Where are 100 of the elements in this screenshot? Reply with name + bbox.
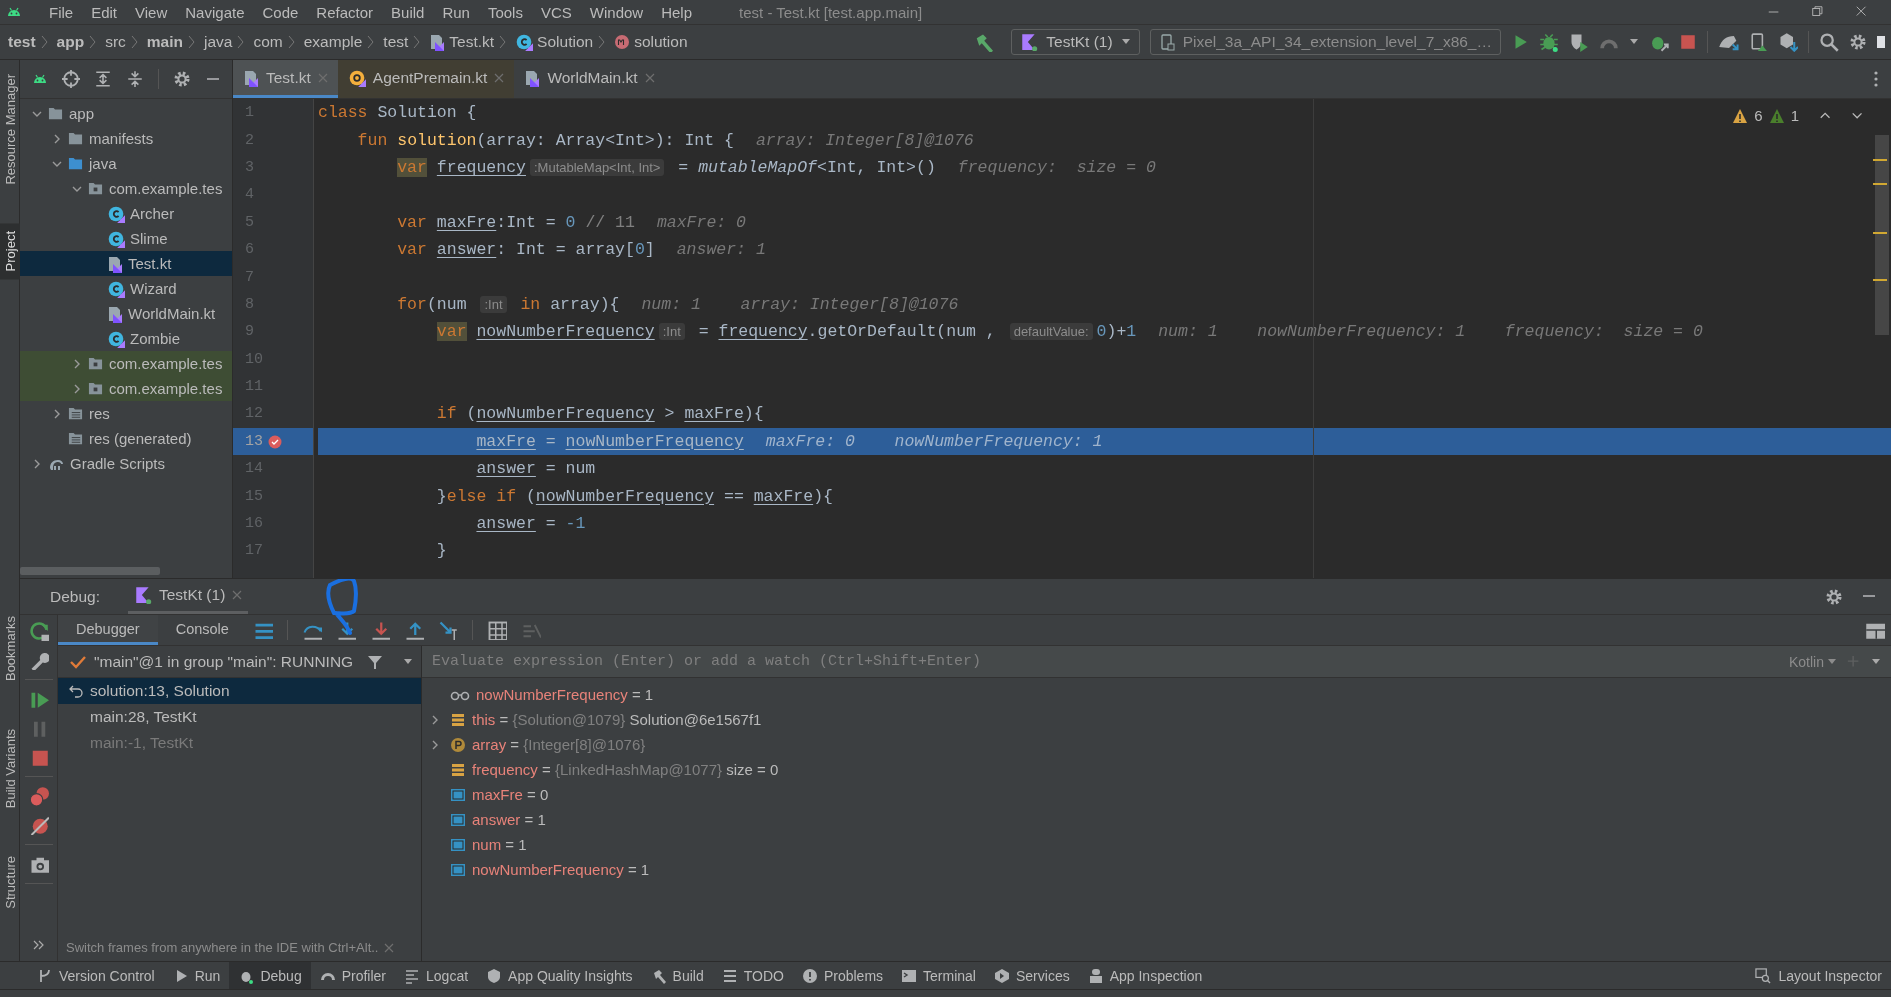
variable-entry[interactable]: this = {Solution@1079} Solution@6e1567f1 [472, 711, 762, 728]
search-icon[interactable] [1819, 32, 1839, 52]
tree-item[interactable]: com.example.tes [20, 376, 232, 401]
settings-icon[interactable] [173, 70, 191, 88]
menu-item[interactable]: Run [433, 3, 479, 21]
calculator-icon[interactable] [486, 620, 507, 640]
tree-item[interactable]: Gradle Scripts [20, 451, 232, 476]
variable-entry[interactable]: maxFre = 0 [472, 786, 549, 803]
stack-frame[interactable]: solution:13, Solution [58, 678, 421, 704]
stop-icon[interactable] [1679, 33, 1697, 51]
variable-entry[interactable]: nowNumberFrequency = 1 [476, 686, 654, 703]
tool-window-button[interactable]: App Quality Insights [477, 962, 642, 989]
warning-count[interactable]: 6 [1754, 107, 1763, 124]
tree-item[interactable]: Test.kt [20, 251, 232, 276]
stack-frame[interactable]: main:28, TestKt [58, 704, 421, 730]
tool-window-button[interactable]: Profiler [310, 962, 396, 989]
breadcrumb[interactable]: main [146, 33, 186, 51]
breadcrumb[interactable]: com [253, 33, 286, 51]
package-download-icon[interactable] [1778, 32, 1798, 52]
menu-item[interactable]: View [126, 3, 177, 21]
filter-icon[interactable] [367, 653, 384, 670]
tool-window-button[interactable]: Run [163, 962, 230, 989]
breadcrumb[interactable]: example [303, 33, 366, 51]
menu-item[interactable]: Help [652, 3, 702, 21]
breadcrumb[interactable]: test [383, 33, 412, 51]
editor-tab[interactable]: AgentPremain.kt [337, 60, 515, 98]
menu-item[interactable]: Window [580, 3, 653, 21]
menu-item[interactable]: Code [253, 3, 308, 21]
side-tab[interactable]: Project [0, 222, 20, 280]
breadcrumb[interactable]: test [8, 33, 39, 51]
collapse-all-icon[interactable] [126, 70, 144, 88]
tool-window-button[interactable]: Problems [792, 962, 893, 989]
editor-tab[interactable]: WorldMain.kt [514, 60, 665, 98]
device-apply-icon[interactable] [1750, 32, 1768, 52]
menu-item[interactable]: File [40, 3, 83, 21]
debugger-tab[interactable]: Debugger [58, 615, 158, 645]
bug-icon[interactable] [1539, 32, 1559, 52]
breadcrumb[interactable]: src [105, 33, 129, 51]
scrollbar-thumb[interactable] [20, 567, 160, 575]
tree-item[interactable]: Slime [20, 226, 232, 251]
close-window-icon[interactable] [1855, 5, 1869, 19]
expand-all-icon[interactable] [94, 70, 112, 88]
tool-window-button[interactable]: Build [641, 962, 713, 989]
tree-item[interactable]: java [20, 151, 232, 176]
variable-entry[interactable]: nowNumberFrequency = 1 [472, 861, 650, 878]
breadcrumb[interactable]: Solution [515, 33, 597, 51]
shield-run-icon[interactable] [1569, 32, 1589, 52]
tool-window-button[interactable]: Layout Inspector [1745, 962, 1891, 989]
variable-entry[interactable]: array = {Integer[8]@1076} [472, 736, 646, 753]
tree-item[interactable]: app [20, 101, 232, 126]
tool-window-button[interactable]: App Inspection [1078, 962, 1212, 989]
mute-breakpoints-icon[interactable] [28, 815, 49, 835]
more-chevrons-icon[interactable] [31, 939, 46, 951]
tool-window-button[interactable]: Version Control [28, 962, 164, 989]
tool-window-button[interactable]: Terminal [892, 962, 985, 989]
device-dropdown[interactable]: Pixel_3a_API_34_extension_level_7_x86_… [1149, 29, 1501, 55]
tree-item[interactable]: manifests [20, 126, 232, 151]
breadcrumb[interactable]: Test.kt [429, 33, 498, 51]
tool-window-button[interactable]: Debug [229, 962, 311, 989]
variable-entry[interactable]: num = 1 [472, 836, 527, 853]
side-tab[interactable]: Bookmarks [0, 608, 20, 690]
breadcrumb[interactable]: app [56, 33, 88, 51]
tree-item[interactable]: Wizard [20, 276, 232, 301]
menu-item[interactable]: Edit [82, 3, 127, 21]
side-tab[interactable]: Build Variants [0, 721, 20, 817]
tree-item[interactable]: Archer [20, 201, 232, 226]
restore-window-icon[interactable] [1811, 5, 1825, 19]
breadcrumb[interactable]: java [204, 33, 236, 51]
run-to-cursor-icon[interactable] [437, 620, 458, 640]
tree-item[interactable]: Zombie [20, 326, 232, 351]
menu-item[interactable]: Build [382, 3, 434, 21]
tree-item[interactable]: WorldMain.kt [20, 301, 232, 326]
breadcrumb[interactable]: solution [614, 33, 691, 51]
tool-window-button[interactable]: Logcat [395, 962, 478, 989]
debugger-tab[interactable]: Console [157, 615, 247, 645]
variable-entry[interactable]: answer = 1 [472, 811, 546, 828]
tool-window-button[interactable]: TODO [712, 962, 793, 989]
rerun-icon[interactable] [28, 621, 49, 641]
settings-icon[interactable] [1849, 33, 1867, 51]
menu-item[interactable]: Refactor [307, 3, 383, 21]
menu-item[interactable]: VCS [531, 3, 581, 21]
tree-item[interactable]: res [20, 401, 232, 426]
side-tab[interactable]: Structure [0, 848, 20, 918]
run-configuration-dropdown[interactable]: TestKt (1) [1011, 29, 1140, 55]
tree-item[interactable]: com.example.tes [20, 176, 232, 201]
settings-icon[interactable] [1825, 587, 1843, 606]
scrollbar[interactable] [1875, 135, 1889, 335]
tree-item[interactable]: res (generated) [20, 426, 232, 451]
weak-warning-count[interactable]: 1 [1790, 107, 1799, 124]
tool-window-button[interactable]: Services [985, 962, 1079, 989]
variable-entry[interactable]: frequency = {LinkedHashMap@1077} size = 0 [472, 761, 779, 778]
editor-tab[interactable]: Test.kt [233, 60, 338, 98]
target-icon[interactable] [62, 70, 80, 88]
breakpoints-icon[interactable] [28, 786, 49, 806]
tree-item[interactable]: com.example.tes [20, 351, 232, 376]
menu-item[interactable]: Navigate [176, 3, 254, 21]
menu-item[interactable]: Tools [478, 3, 532, 21]
breakpoint-icon[interactable] [267, 433, 283, 450]
more-icon[interactable] [1873, 70, 1879, 88]
side-tab[interactable]: Resource Manager [0, 66, 20, 193]
